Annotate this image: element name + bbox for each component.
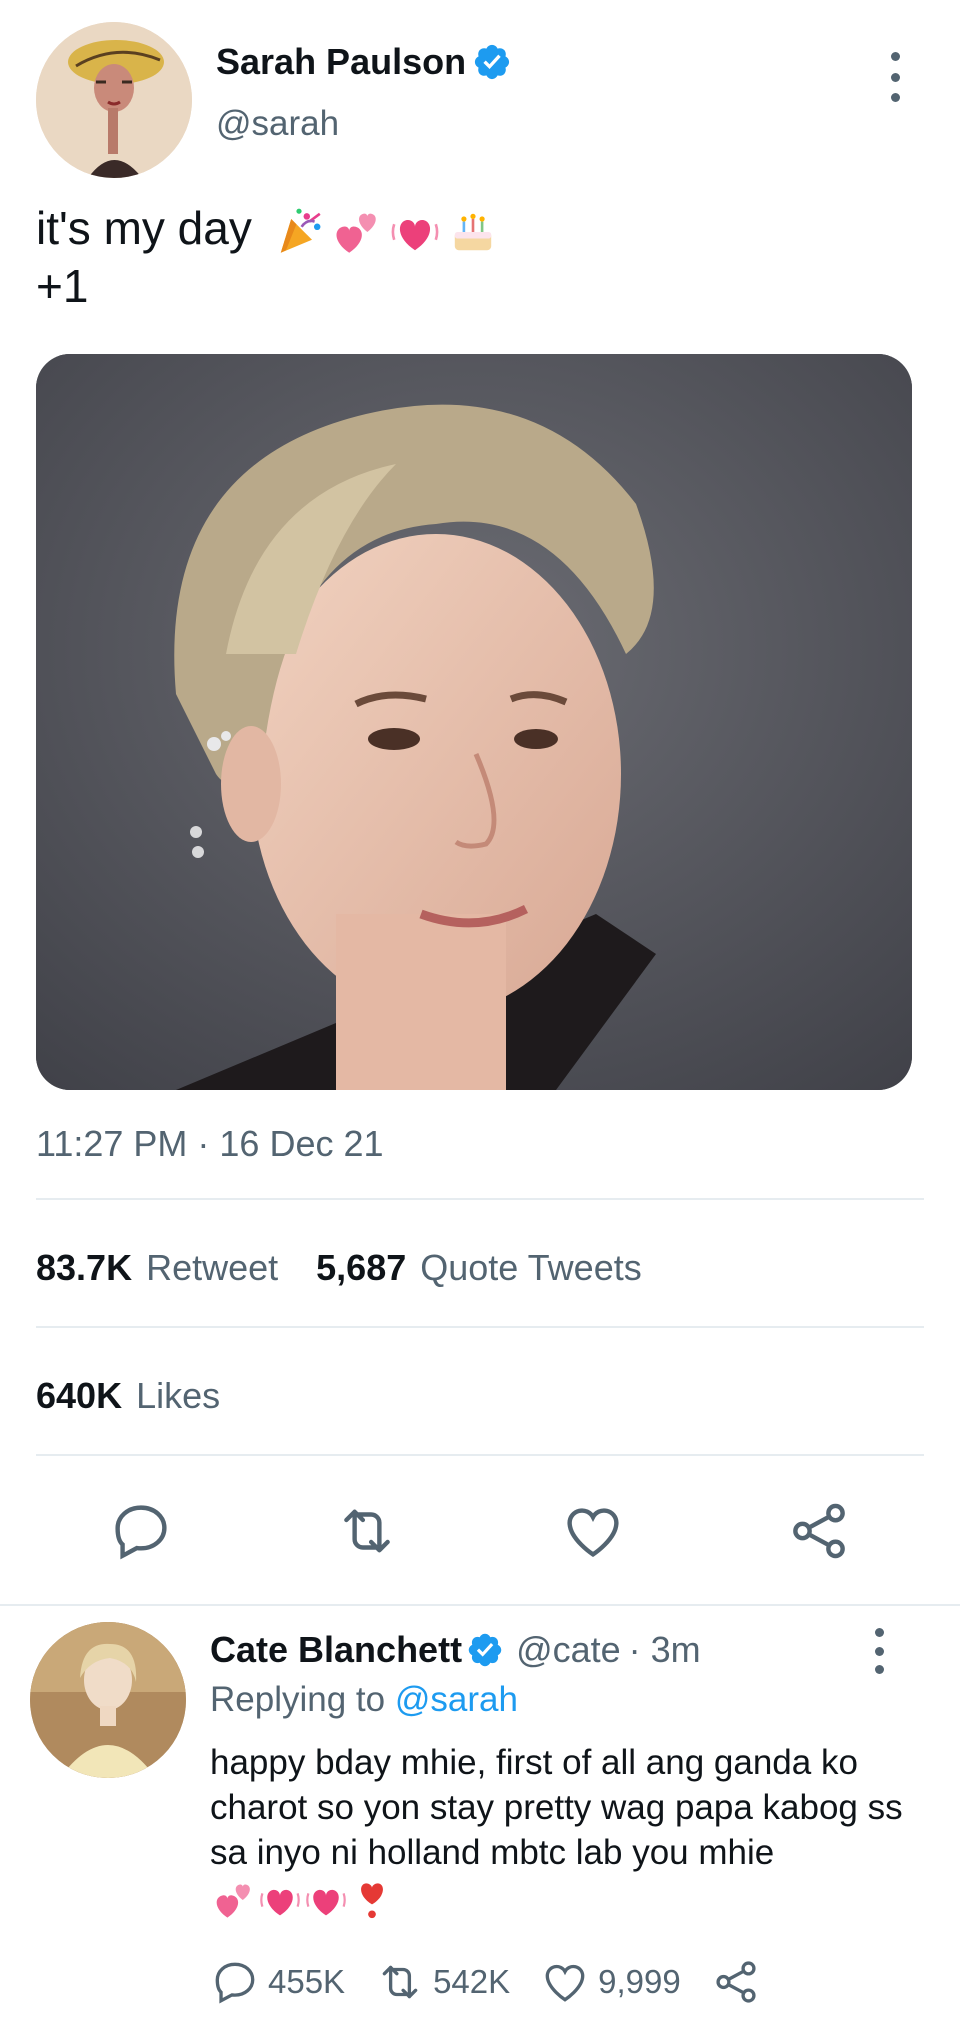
divider [36, 1198, 924, 1200]
tweet-text: it's my day +1 [36, 200, 896, 314]
tweet-text-line1: it's my day [36, 202, 252, 254]
like-count: 9,999 [598, 1963, 681, 2000]
thread-separator [0, 1604, 960, 1606]
share-icon [716, 1961, 756, 2003]
party-popper-icon [280, 208, 321, 253]
divider [36, 1326, 924, 1328]
retweets-label: Retweet [146, 1247, 279, 1288]
verified-badge-icon [475, 44, 510, 80]
retweet-icon[interactable] [334, 1498, 400, 1564]
reply-text: happy bday mhie, first of all ang ganda … [210, 1740, 910, 1922]
growing-heart-icon [260, 1889, 300, 1916]
replying-to-handle-link[interactable]: @sarah [395, 1680, 518, 1719]
share-icon[interactable] [786, 1498, 852, 1564]
replying-prefix: Replying to [210, 1680, 386, 1719]
reply-time[interactable]: · 3m [629, 1628, 701, 1672]
reply-share-button[interactable] [711, 1957, 769, 2007]
reply-icon[interactable] [108, 1498, 174, 1564]
author-name[interactable]: Sarah Paulson [216, 40, 512, 84]
reply-reply-button[interactable]: 455K [210, 1957, 345, 2007]
quotes-count: 5,687 [316, 1247, 407, 1288]
reply-author-name[interactable]: Cate Blanchett [210, 1628, 462, 1672]
divider [36, 1454, 924, 1456]
reply-more-options-icon[interactable] [864, 1628, 894, 1674]
reply-header: Cate Blanchett @cate · 3m [210, 1628, 701, 1672]
reply-count: 455K [268, 1963, 346, 2000]
retweet-icon [382, 1965, 418, 1999]
engagement-stats: 83.7K Retweet 5,687 Quote Tweets [36, 1246, 642, 1290]
reply-like-button[interactable]: 9,999 [540, 1957, 681, 2007]
like-icon[interactable] [560, 1498, 626, 1564]
reply-retweet-button[interactable]: 542K [375, 1957, 510, 2007]
heart-exclamation-icon [361, 1883, 383, 1918]
growing-heart-icon [391, 219, 439, 251]
likes-count: 640K [36, 1375, 123, 1416]
tweet-timestamp[interactable]: 11:27 PM · 16 Dec 21 [36, 1122, 384, 1166]
birthday-cake-icon [454, 213, 491, 251]
two-hearts-icon [216, 1884, 250, 1918]
reply-actions: 455K 542K 9,999 [210, 1954, 799, 2010]
quote-tweets-stat[interactable]: 5,687 Quote Tweets [316, 1246, 642, 1290]
likes-label: Likes [136, 1375, 221, 1416]
quotes-label: Quote Tweets [420, 1247, 642, 1288]
retweets-count: 83.7K [36, 1247, 133, 1288]
replying-to: Replying to @sarah [210, 1678, 518, 1722]
author-name-text[interactable]: Sarah Paulson [216, 40, 466, 84]
likes-stat[interactable]: 640K Likes [36, 1374, 220, 1418]
reply-author-avatar[interactable] [30, 1622, 186, 1778]
reply-author-handle[interactable]: @cate [516, 1628, 621, 1672]
more-options-icon[interactable] [880, 52, 910, 102]
tweet-actions [0, 1496, 960, 1566]
verified-badge-icon [468, 1633, 502, 1667]
two-hearts-icon [336, 213, 376, 253]
like-icon [545, 1964, 585, 2002]
author-handle[interactable]: @sarah [216, 102, 339, 146]
reply-icon [215, 1962, 255, 2004]
author-avatar[interactable] [36, 22, 192, 178]
tweet-text-line2: +1 [36, 259, 89, 312]
retweet-count: 542K [433, 1963, 511, 2000]
growing-heart-icon [306, 1889, 346, 1916]
tweet-photo[interactable] [36, 354, 912, 1090]
retweets-stat[interactable]: 83.7K Retweet [36, 1246, 278, 1290]
reply-text-body: happy bday mhie, first of all ang ganda … [210, 1743, 903, 1872]
